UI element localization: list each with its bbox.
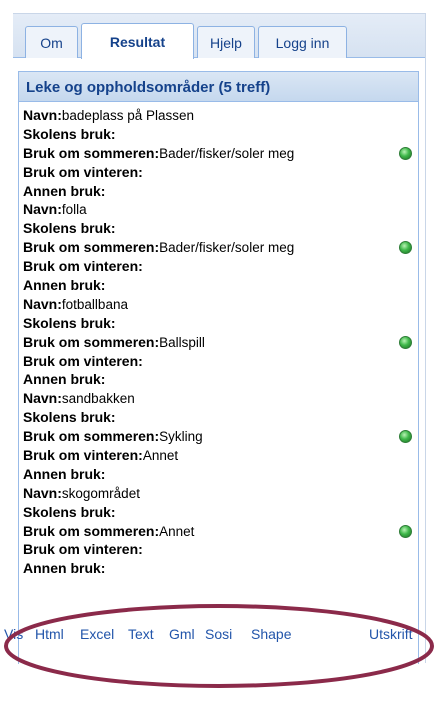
field-label: Annen bruk: (23, 465, 106, 482)
field-label: Bruk om sommeren: (23, 428, 160, 445)
result-navn-row: Navn:fotballbana (23, 295, 415, 314)
result-annen-row: Annen bruk: (23, 370, 415, 389)
link-sosi[interactable]: Sosi (205, 626, 232, 642)
field-value: Ballspill (159, 334, 205, 350)
green-dot-icon[interactable] (399, 524, 412, 538)
field-label: Navn: (23, 295, 62, 312)
tab-logg-inn[interactable]: Logg inn (258, 26, 347, 58)
field-label: Bruk om vinteren: (23, 447, 143, 464)
field-label: Bruk om vinteren: (23, 541, 143, 558)
tab-resultat[interactable]: Resultat (81, 23, 194, 59)
field-label: Bruk om sommeren: (23, 333, 160, 350)
link-text[interactable]: Text (128, 626, 154, 642)
result-annen-row: Annen bruk: (23, 182, 415, 201)
tab-bar: Om Resultat Hjelp Logg inn (13, 14, 425, 59)
field-label: Bruk om sommeren: (23, 144, 160, 161)
field-label: Bruk om vinteren: (23, 258, 143, 275)
field-label: Skolens bruk: (23, 125, 116, 142)
field-label: Annen bruk: (23, 560, 106, 577)
field-value: sandbakken (61, 391, 135, 407)
link-html[interactable]: Html (35, 626, 64, 642)
result-sommer-row: Bruk om sommeren:Ballspill (23, 333, 415, 352)
panel-title: Leke og oppholdsområder (5 treff) (19, 72, 418, 102)
field-label: Bruk om sommeren: (23, 239, 160, 256)
result-navn-row: Navn:folla (23, 200, 415, 219)
result-annen-row: Annen bruk: (23, 465, 415, 484)
results-panel: Leke og oppholdsområder (5 treff) Navn:b… (18, 71, 419, 664)
green-dot-icon[interactable] (399, 430, 412, 444)
link-vis[interactable]: Vis (4, 626, 23, 642)
field-value: badeplass på Plassen (61, 108, 194, 123)
green-dot-icon[interactable] (399, 146, 412, 160)
field-value: Sykling (159, 429, 203, 445)
result-skolens-bruk-row: Skolens bruk: (23, 408, 415, 427)
field-label: Annen bruk: (23, 371, 106, 388)
result-vinter-row: Bruk om vinteren: (23, 540, 415, 559)
field-value: folla (61, 202, 87, 218)
result-skolens-bruk-row: Skolens bruk: (23, 219, 415, 238)
result-navn-row: Navn:sandbakken (23, 389, 415, 408)
field-label: Skolens bruk: (23, 220, 116, 237)
field-label: Bruk om vinteren: (23, 352, 143, 369)
field-label: Bruk om vinteren: (23, 163, 143, 180)
link-excel[interactable]: Excel (80, 626, 114, 642)
green-dot-icon[interactable] (399, 335, 412, 349)
results-list: Navn:badeplass på Plassen Skolens bruk: Br… (23, 106, 415, 578)
result-skolens-bruk-row: Skolens bruk: (23, 125, 415, 144)
result-navn-row: Navn:skogområdet (23, 484, 415, 503)
tab-hjelp[interactable]: Hjelp (197, 26, 255, 58)
field-value: skogområdet (61, 485, 140, 501)
result-skolens-bruk-row: Skolens bruk: (23, 503, 415, 522)
field-label: Skolens bruk: (23, 314, 116, 331)
tab-label: Logg inn (275, 34, 330, 51)
result-vinter-row: Bruk om vinteren:Annet (23, 446, 415, 465)
result-annen-row: Annen bruk: (23, 559, 415, 578)
link-utskrift[interactable]: Utskrift (369, 626, 413, 642)
link-shape[interactable]: Shape (251, 626, 291, 642)
field-value: fotballbana (61, 296, 128, 312)
export-link-bar: Vis Html Excel Text Gml Sosi Shape Utskr… (0, 626, 439, 652)
result-sommer-row: Bruk om sommeren:Bader/fisker/soler meg (23, 144, 415, 163)
field-value: Annet (159, 523, 195, 539)
result-vinter-row: Bruk om vinteren: (23, 352, 415, 371)
link-gml[interactable]: Gml (169, 626, 195, 642)
field-label: Bruk om sommeren: (23, 522, 160, 539)
result-vinter-row: Bruk om vinteren: (23, 257, 415, 276)
result-sommer-row: Bruk om sommeren:Bader/fisker/soler meg (23, 238, 415, 257)
field-label: Annen bruk: (23, 182, 106, 199)
field-value: Bader/fisker/soler meg (159, 145, 295, 161)
result-navn-row: Navn:badeplass på Plassen (23, 106, 415, 125)
app-frame: Om Resultat Hjelp Logg inn Leke og oppho… (13, 13, 426, 664)
tab-label: Om (40, 34, 63, 51)
field-label: Navn: (23, 484, 62, 501)
result-sommer-row: Bruk om sommeren:Annet (23, 522, 415, 541)
field-label: Skolens bruk: (23, 503, 116, 520)
tab-label: Hjelp (210, 34, 242, 51)
tab-label: Resultat (109, 33, 166, 50)
field-value: Annet (142, 448, 179, 464)
field-label: Skolens bruk: (23, 409, 116, 426)
field-label: Annen bruk: (23, 277, 106, 294)
result-sommer-row: Bruk om sommeren:Sykling (23, 427, 415, 446)
field-label: Navn: (23, 201, 62, 218)
green-dot-icon[interactable] (399, 241, 412, 255)
field-value: Bader/fisker/soler meg (159, 240, 295, 256)
field-label: Navn: (23, 107, 62, 123)
result-annen-row: Annen bruk: (23, 276, 415, 295)
result-vinter-row: Bruk om vinteren: (23, 163, 415, 182)
tab-om[interactable]: Om (25, 26, 78, 58)
result-skolens-bruk-row: Skolens bruk: (23, 314, 415, 333)
field-label: Navn: (23, 390, 62, 407)
